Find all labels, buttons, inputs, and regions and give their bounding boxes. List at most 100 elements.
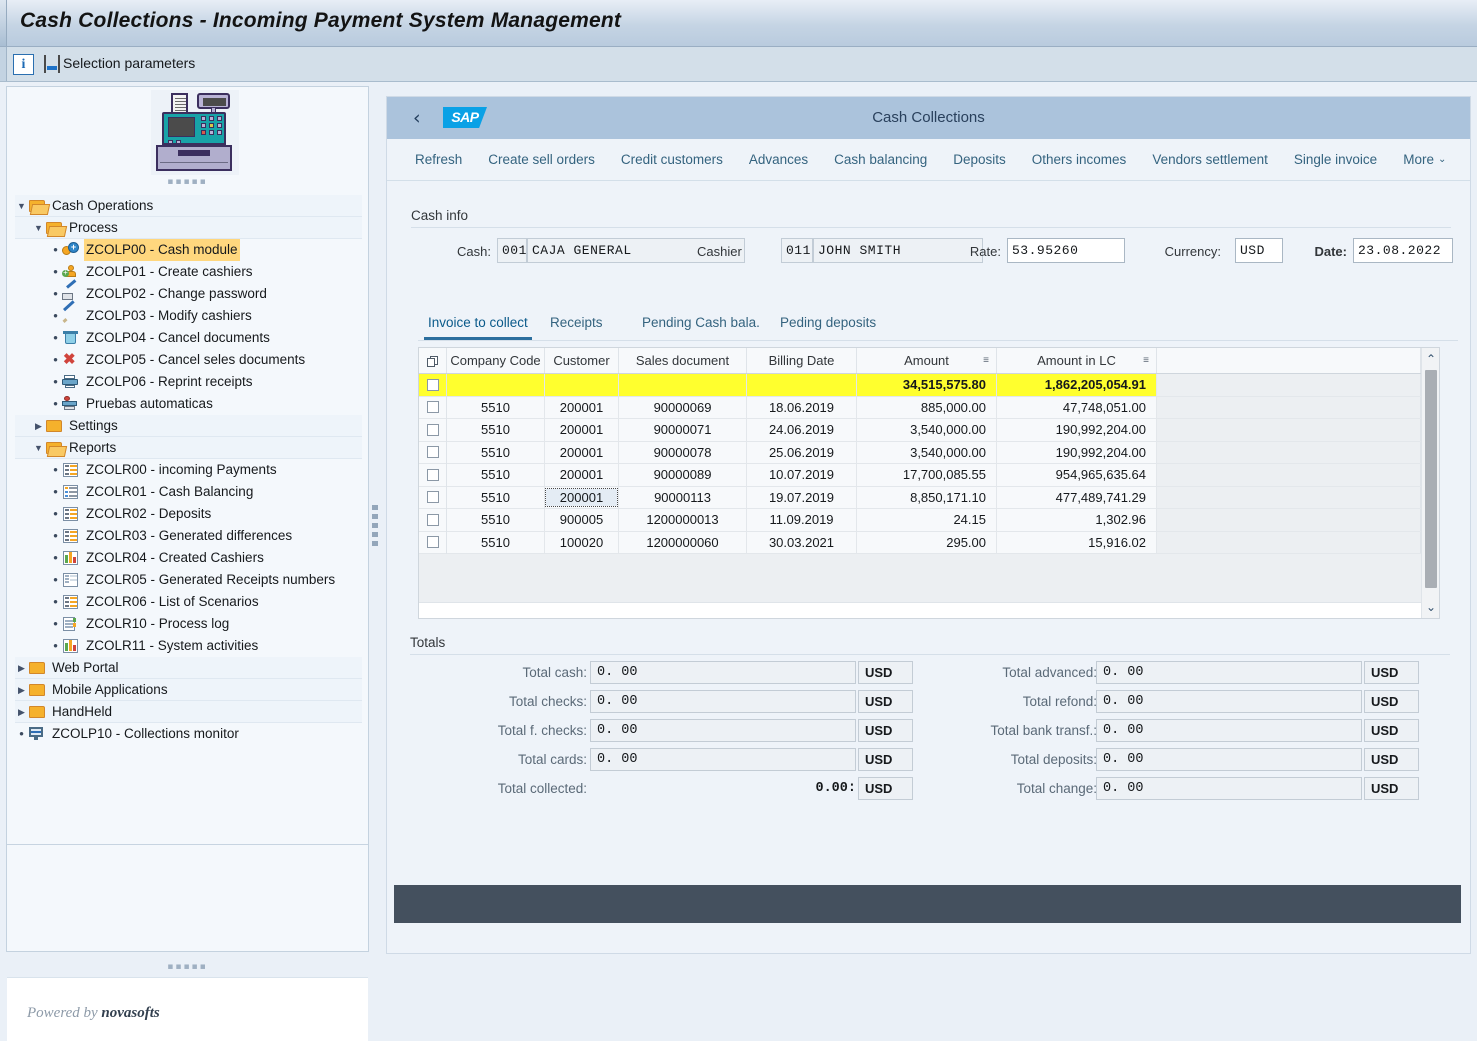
tree-item-web[interactable]: ▶ Web Portal: [15, 657, 362, 679]
chevron-down-icon[interactable]: ▼: [32, 437, 45, 459]
cell-billing-date[interactable]: 18.06.2019: [747, 396, 857, 419]
cell-company-code[interactable]: 5510: [447, 531, 545, 554]
total-currency-field[interactable]: USD: [1364, 719, 1419, 742]
column-header-company-code[interactable]: Company Code: [447, 348, 545, 373]
total-currency-field[interactable]: USD: [1364, 777, 1419, 800]
total-value-field[interactable]: 0. 00: [1096, 748, 1362, 771]
cell-amount[interactable]: 3,540,000.00: [857, 419, 997, 442]
cell-sales-document[interactable]: 1200000060: [619, 531, 747, 554]
row-checkbox-cell[interactable]: [419, 531, 447, 554]
cell-company-code[interactable]: 5510: [447, 419, 545, 442]
total-value-field[interactable]: 0. 00: [1096, 661, 1362, 684]
column-header-customer[interactable]: Customer: [545, 348, 619, 373]
total-value-field[interactable]: 0. 00: [590, 719, 856, 742]
cell-sales-document[interactable]: 90000089: [619, 464, 747, 487]
total-currency-field[interactable]: USD: [858, 748, 913, 771]
row-checkbox[interactable]: [426, 491, 439, 504]
column-header-billing-date[interactable]: Billing Date: [747, 348, 857, 373]
tree-item-zcolr03[interactable]: • ZCOLR03 - Generated differences: [15, 525, 362, 547]
total-currency-field[interactable]: USD: [858, 690, 913, 713]
cell-billing-date[interactable]: 11.09.2019: [747, 509, 857, 532]
scroll-up-icon[interactable]: ⌃: [1422, 350, 1440, 368]
tree-item-zcolr11[interactable]: • ZCOLR11 - System activities: [15, 635, 362, 657]
tab-pending-cash-bala-[interactable]: Pending Cash bala.: [638, 310, 764, 340]
row-checkbox[interactable]: [426, 401, 439, 414]
table-row[interactable]: 5510 200001 90000069 18.06.2019 885,000.00 47…: [419, 396, 1421, 419]
cell-customer[interactable]: 200001: [545, 441, 619, 464]
cell-company-code[interactable]: 5510: [447, 486, 545, 509]
chevron-right-icon[interactable]: ▶: [15, 701, 28, 723]
cell-customer[interactable]: 200001: [545, 396, 619, 419]
sort-indicator-icon[interactable]: ≡: [1143, 348, 1149, 373]
chevron-right-icon[interactable]: ▶: [32, 415, 45, 437]
cell-billing-date[interactable]: 30.03.2021: [747, 531, 857, 554]
row-checkbox[interactable]: [426, 536, 439, 549]
date-field[interactable]: 23.08.2022: [1353, 238, 1453, 263]
row-checkbox-cell[interactable]: [419, 419, 447, 442]
tree-item-zcolr01[interactable]: • ZCOLR01 - Cash Balancing: [15, 481, 362, 503]
cell-company-code[interactable]: 5510: [447, 509, 545, 532]
total-value-field[interactable]: 0. 00: [1096, 690, 1362, 713]
row-checkbox[interactable]: [426, 446, 439, 459]
column-header-amount-in-lc[interactable]: Amount in LC ≡: [997, 348, 1157, 373]
sort-indicator-icon[interactable]: ≡: [983, 348, 989, 373]
cell-amount-lc[interactable]: 477,489,741.29: [997, 486, 1157, 509]
cell-amount-lc[interactable]: 47,748,051.00: [997, 396, 1157, 419]
tree-item-handheld[interactable]: ▶ HandHeld: [15, 701, 362, 723]
scroll-down-icon[interactable]: ⌄: [1422, 598, 1440, 616]
total-currency-field[interactable]: USD: [858, 719, 913, 742]
row-checkbox[interactable]: [426, 378, 439, 391]
menu-item-deposits[interactable]: Deposits: [953, 152, 1006, 167]
menu-item-refresh[interactable]: Refresh: [415, 152, 462, 167]
table-row[interactable]: 5510 100020 1200000060 30.03.2021 295.00 15,9…: [419, 531, 1421, 554]
tab-peding-deposits[interactable]: Peding deposits: [776, 310, 880, 340]
cashier-code-field[interactable]: 011: [781, 238, 813, 263]
table-row[interactable]: 5510 200001 90000078 25.06.2019 3,540,000.00…: [419, 441, 1421, 464]
row-checkbox[interactable]: [426, 423, 439, 436]
total-value-field[interactable]: 0. 00: [590, 690, 856, 713]
total-currency-field[interactable]: USD: [1364, 748, 1419, 771]
cell-amount[interactable]: 17,700,085.55: [857, 464, 997, 487]
menu-item-more[interactable]: More ⌄: [1403, 152, 1446, 167]
selection-parameters-label[interactable]: Selection parameters: [63, 55, 195, 71]
row-checkbox-cell[interactable]: [419, 396, 447, 419]
tree-item-pruebas[interactable]: • Pruebas automaticas: [15, 393, 362, 415]
table-row[interactable]: 5510 200001 90000113 19.07.2019 8,850,171.10…: [419, 486, 1421, 509]
cell-customer[interactable]: 200001: [545, 486, 619, 509]
row-checkbox-cell[interactable]: [419, 509, 447, 532]
cell-sales-document[interactable]: 90000071: [619, 419, 747, 442]
info-icon[interactable]: i: [13, 54, 34, 75]
row-checkbox[interactable]: [426, 513, 439, 526]
cell-company-code[interactable]: 5510: [447, 441, 545, 464]
cell-customer[interactable]: 200001: [545, 464, 619, 487]
cell-customer[interactable]: 900005: [545, 509, 619, 532]
tree-item-process[interactable]: ▼ Process: [15, 217, 362, 239]
tab-receipts[interactable]: Receipts: [546, 310, 607, 340]
tree-item-zcolr02[interactable]: • ZCOLR02 - Deposits: [15, 503, 362, 525]
menu-item-single-invoice[interactable]: Single invoice: [1294, 152, 1377, 167]
tree-item-mobile[interactable]: ▶ Mobile Applications: [15, 679, 362, 701]
total-currency-field[interactable]: USD: [858, 661, 913, 684]
table-row[interactable]: 5510 200001 90000089 10.07.2019 17,700,085.5…: [419, 464, 1421, 487]
total-value-field[interactable]: 0. 00: [1096, 719, 1362, 742]
cell-customer[interactable]: 100020: [545, 531, 619, 554]
tree-item-zcolr04[interactable]: • ZCOLR04 - Created Cashiers: [15, 547, 362, 569]
tree-item-reports[interactable]: ▼ Reports: [15, 437, 362, 459]
table-row[interactable]: 5510 900005 1200000013 11.09.2019 24.15 1,302…: [419, 509, 1421, 532]
cell-company-code[interactable]: 5510: [447, 464, 545, 487]
chevron-right-icon[interactable]: ▶: [15, 657, 28, 679]
cash-code-field[interactable]: 001: [497, 238, 527, 263]
tree-item-zcolp06[interactable]: • ZCOLP06 - Reprint receipts: [15, 371, 362, 393]
tree-item-zcolr05[interactable]: • ZCOLR05 - Generated Receipts numbers: [15, 569, 362, 591]
tree-item-settings[interactable]: ▶ Settings: [15, 415, 362, 437]
cell-amount[interactable]: 885,000.00: [857, 396, 997, 419]
sidebar-resize-handle[interactable]: [371, 505, 379, 555]
menu-item-vendors-settlement[interactable]: Vendors settlement: [1152, 152, 1268, 167]
cell-customer[interactable]: 200001: [545, 419, 619, 442]
tab-invoice-to-collect[interactable]: Invoice to collect: [424, 310, 532, 340]
cell-amount[interactable]: 8,850,171.10: [857, 486, 997, 509]
total-value-field[interactable]: 0. 00: [590, 748, 856, 771]
total-currency-field[interactable]: USD: [1364, 690, 1419, 713]
tree-item-zcolp02[interactable]: • ZCOLP02 - Change password: [15, 279, 362, 305]
tree-item-zcolr10[interactable]: • ZCOLR10 - Process log: [15, 613, 362, 635]
